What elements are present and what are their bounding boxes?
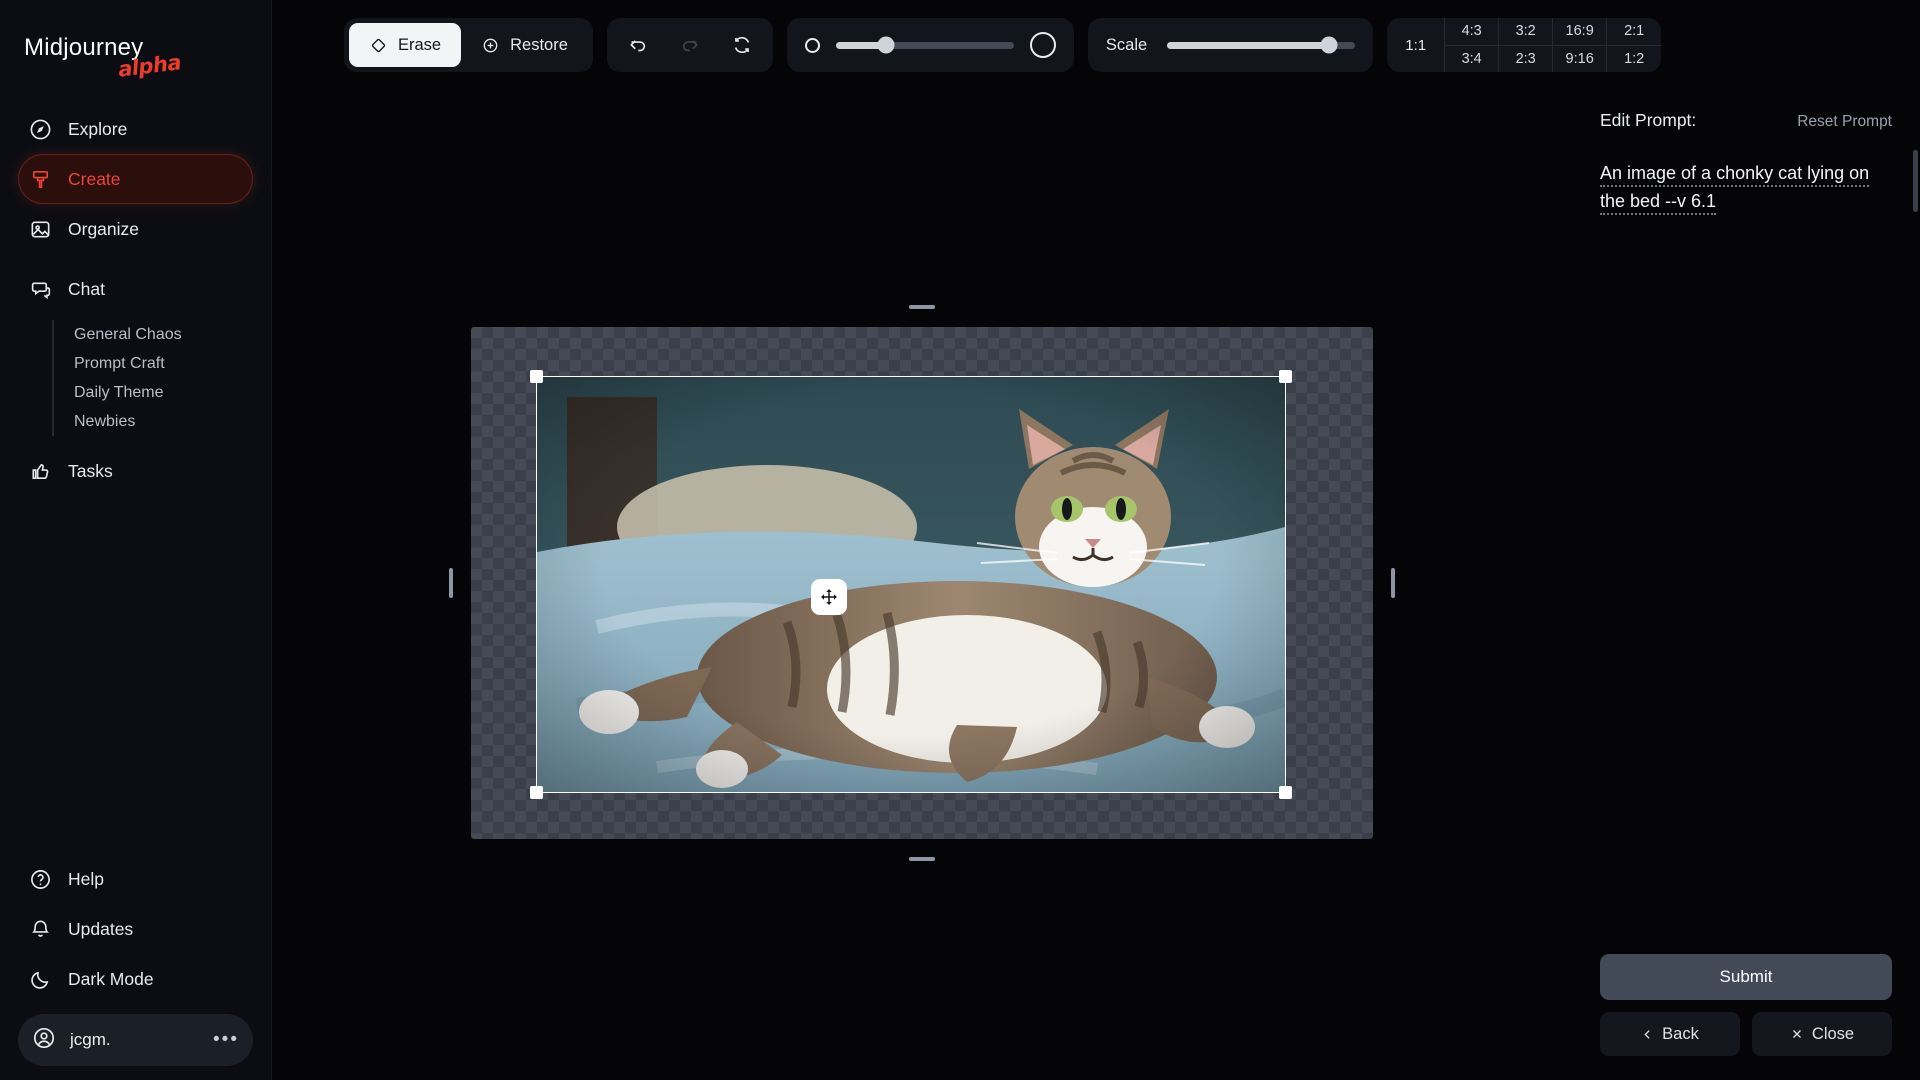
resize-handle-bottom[interactable] bbox=[909, 857, 935, 861]
brush-size-slider[interactable] bbox=[835, 36, 1014, 54]
aspect-ratio-1-1[interactable]: 1:1 bbox=[1387, 18, 1446, 72]
restore-label: Restore bbox=[510, 35, 568, 54]
edit-prompt-header: Edit Prompt: Reset Prompt bbox=[1600, 110, 1892, 131]
panel-actions: Submit Back Close bbox=[1600, 954, 1892, 1056]
primary-nav: Explore Create Organize Chat General Cha… bbox=[0, 104, 271, 496]
user-menu-icon[interactable]: ••• bbox=[213, 1029, 239, 1051]
canvas-stage[interactable] bbox=[449, 305, 1395, 861]
thumbs-up-icon bbox=[28, 459, 52, 483]
user-name: jcgm. bbox=[70, 1030, 111, 1049]
sidebar-item-label: Tasks bbox=[68, 460, 113, 481]
sidebar-item-chat[interactable]: Chat bbox=[18, 264, 253, 314]
user-account-chip[interactable]: jcgm. ••• bbox=[18, 1014, 253, 1066]
plus-circle-icon bbox=[483, 38, 498, 52]
sidebar-item-help[interactable]: Help bbox=[18, 854, 253, 904]
aspect-ratio-4-3[interactable]: 4:3 bbox=[1445, 18, 1500, 45]
sidebar: Midjourney alpha Explore Create Organize… bbox=[0, 0, 272, 1080]
avatar-icon bbox=[32, 1026, 56, 1055]
scale-label: Scale bbox=[1105, 35, 1148, 54]
back-button[interactable]: Back bbox=[1600, 1012, 1740, 1056]
submit-button[interactable]: Submit bbox=[1600, 954, 1892, 1000]
brush-large-icon bbox=[1029, 32, 1056, 58]
restore-mode-button[interactable]: Restore bbox=[461, 23, 588, 67]
sidebar-item-label: Organize bbox=[68, 218, 140, 239]
reset-prompt-button[interactable]: Reset Prompt bbox=[1797, 113, 1892, 131]
canvas-area bbox=[272, 86, 1572, 1080]
image-selection-box[interactable] bbox=[530, 370, 1292, 799]
sidebar-item-label: Help bbox=[68, 868, 104, 889]
chat-channel-list: General Chaos Prompt Craft Daily Theme N… bbox=[52, 320, 253, 436]
redo-arrow-icon bbox=[682, 40, 698, 52]
undo-arrow-icon bbox=[630, 40, 646, 52]
image-icon bbox=[28, 217, 52, 241]
undo-button[interactable] bbox=[612, 23, 664, 67]
editor-main: Erase Restore Scale 1:1 4:3 3:2 16:9 2:1… bbox=[272, 0, 1920, 1080]
sidebar-item-dark-mode[interactable]: Dark Mode bbox=[18, 954, 253, 1004]
scale-slider[interactable] bbox=[1167, 36, 1356, 54]
brand-logo[interactable]: Midjourney alpha bbox=[0, 0, 271, 104]
aspect-ratio-3-4[interactable]: 3:4 bbox=[1445, 45, 1500, 72]
compass-icon bbox=[28, 117, 52, 141]
erase-mode-button[interactable]: Erase bbox=[349, 23, 462, 67]
chat-channel-prompt-craft[interactable]: Prompt Craft bbox=[74, 349, 253, 378]
sidebar-item-tasks[interactable]: Tasks bbox=[18, 446, 253, 496]
prompt-scrollbar[interactable] bbox=[1913, 150, 1918, 212]
sidebar-item-label: Chat bbox=[68, 278, 105, 299]
aspect-ratio-2-3[interactable]: 2:3 bbox=[1499, 45, 1554, 72]
chevron-left-icon bbox=[1644, 1029, 1650, 1039]
redo-button[interactable] bbox=[664, 23, 716, 67]
brush-small-icon bbox=[804, 37, 820, 53]
sidebar-item-label: Explore bbox=[68, 118, 128, 139]
source-image bbox=[537, 377, 1285, 792]
move-arrows-icon bbox=[821, 588, 837, 605]
edit-prompt-panel: Edit Prompt: Reset Prompt An image of a … bbox=[1572, 0, 1920, 1080]
prompt-text: An image of a chonky cat lying on the be… bbox=[1600, 163, 1870, 215]
erase-label: Erase bbox=[398, 35, 442, 54]
sidebar-item-updates[interactable]: Updates bbox=[18, 904, 253, 954]
sidebar-item-label: Updates bbox=[68, 918, 134, 939]
aspect-ratio-3-2[interactable]: 3:2 bbox=[1499, 18, 1554, 45]
sidebar-item-label: Dark Mode bbox=[68, 968, 154, 989]
close-label: Close bbox=[1811, 1024, 1855, 1043]
resize-corner-bottom-right[interactable] bbox=[1279, 786, 1292, 799]
sidebar-item-explore[interactable]: Explore bbox=[18, 104, 253, 154]
move-handle[interactable] bbox=[811, 578, 847, 615]
sidebar-item-organize[interactable]: Organize bbox=[18, 204, 253, 254]
resize-corner-top-right[interactable] bbox=[1279, 370, 1292, 383]
prompt-input[interactable]: An image of a chonky cat lying on the be… bbox=[1600, 159, 1892, 215]
refresh-icon bbox=[734, 36, 750, 54]
sidebar-item-label: Create bbox=[68, 168, 121, 189]
question-circle-icon bbox=[28, 867, 52, 891]
reset-button[interactable] bbox=[716, 23, 768, 67]
resize-handle-right[interactable] bbox=[1391, 568, 1395, 598]
mode-toggle-group: Erase Restore bbox=[344, 18, 593, 72]
resize-corner-top-left[interactable] bbox=[530, 370, 543, 383]
close-icon bbox=[1792, 1030, 1801, 1038]
edit-prompt-title: Edit Prompt: bbox=[1600, 110, 1697, 130]
resize-handle-left[interactable] bbox=[449, 568, 453, 598]
sidebar-footer: Help Updates Dark Mode jcgm. ••• bbox=[0, 854, 271, 1080]
moon-icon bbox=[28, 967, 52, 991]
resize-corner-bottom-left[interactable] bbox=[530, 786, 543, 799]
sidebar-item-create[interactable]: Create bbox=[18, 154, 253, 204]
scale-group: Scale bbox=[1087, 18, 1374, 72]
diamond-icon bbox=[371, 38, 386, 52]
midjourney-editor: Midjourney alpha Explore Create Organize… bbox=[0, 0, 1920, 1080]
resize-handle-top[interactable] bbox=[909, 305, 935, 309]
chat-bubbles-icon bbox=[28, 277, 52, 301]
brush-icon bbox=[28, 167, 52, 191]
history-group bbox=[606, 18, 773, 72]
chat-channel-newbies[interactable]: Newbies bbox=[74, 407, 253, 436]
close-button[interactable]: Close bbox=[1752, 1012, 1892, 1056]
bell-icon bbox=[28, 917, 52, 941]
chat-channel-general-chaos[interactable]: General Chaos bbox=[74, 320, 253, 349]
brush-size-group bbox=[786, 18, 1074, 72]
back-label: Back bbox=[1662, 1024, 1699, 1043]
chat-channel-daily-theme[interactable]: Daily Theme bbox=[74, 378, 253, 407]
